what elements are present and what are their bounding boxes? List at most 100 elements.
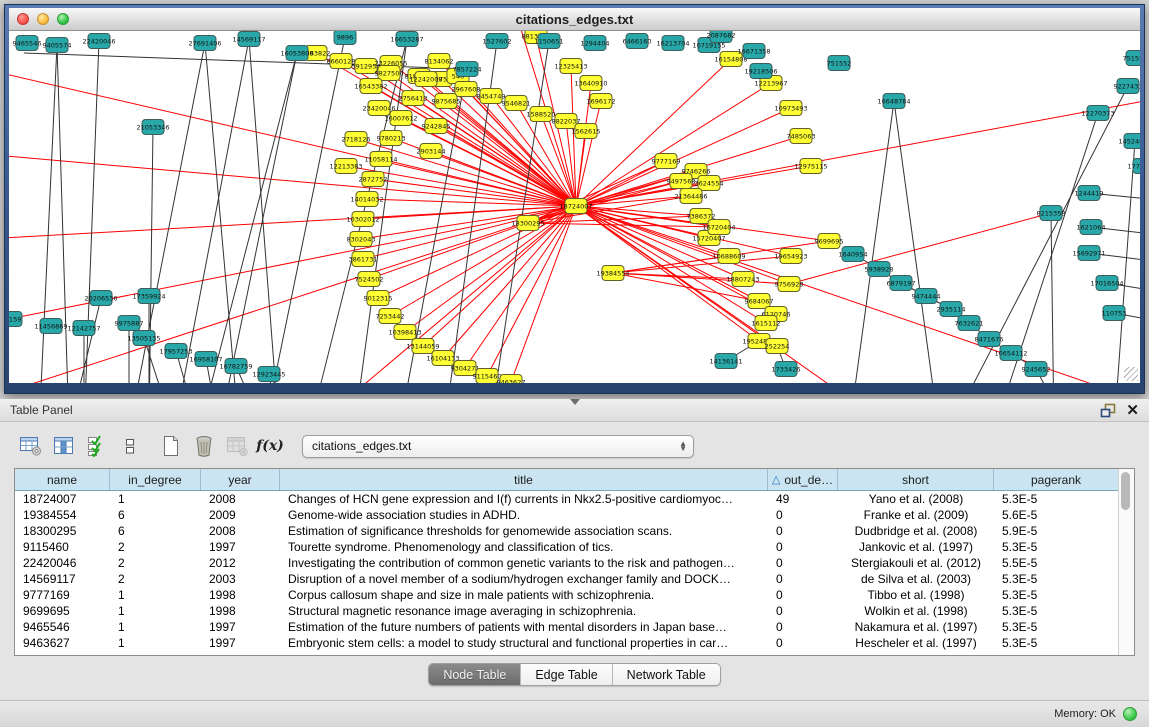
table-cell[interactable]: 49 [768,492,838,506]
table-cell[interactable]: 5.3E-5 [994,636,1118,650]
column-header-year[interactable]: year [201,469,280,490]
table-row[interactable]: 1830029562008Estimation of significance … [15,523,1118,539]
float-panel-icon[interactable] [1100,403,1116,418]
network-window-titlebar[interactable]: citations_edges.txt [9,8,1140,31]
table-cell[interactable]: 2003 [201,572,280,586]
table-cell[interactable]: 1 [110,588,201,602]
table-cell[interactable]: Changes of HCN gene expression and I(f) … [280,492,768,506]
table-cell[interactable]: 2008 [201,524,280,538]
table-cell[interactable]: 18724007 [15,492,110,506]
table-scrollbar-thumb[interactable] [1121,472,1130,510]
tab-node-table[interactable]: Node Table [429,664,521,685]
table-cell[interactable]: 5.5E-5 [994,556,1118,570]
table-cell[interactable]: Wolkin et al. (1998) [838,604,994,618]
table-cell[interactable]: 2009 [201,508,280,522]
table-cell[interactable]: 19384554 [15,508,110,522]
table-cell[interactable]: Tourette syndrome. Phenomenology and cla… [280,540,768,554]
table-row[interactable]: 969969511998Structural magnetic resonanc… [15,603,1118,619]
table-cell[interactable]: Corpus callosum shape and size in male p… [280,588,768,602]
table-cell[interactable]: 5.3E-5 [994,572,1118,586]
minimize-window-icon[interactable] [37,13,49,25]
table-selector-dropdown[interactable]: citations_edges.txt ▲▼ [302,435,694,458]
table-cell[interactable]: 2 [110,540,201,554]
table-cell[interactable]: 6 [110,524,201,538]
table-header-row[interactable]: namein_degreeyeartitle△out_de…shortpager… [15,469,1118,491]
column-header-pagerank[interactable]: pagerank [994,469,1118,490]
table-cell[interactable]: Yano et al. (2008) [838,492,994,506]
select-rows-button[interactable] [82,432,112,460]
table-row[interactable]: 1938455462009Genome-wide association stu… [15,507,1118,523]
table-cell[interactable]: 5.6E-5 [994,508,1118,522]
import-table-button[interactable] [222,432,252,460]
table-cell[interactable]: Embryonic stem cells: a model to study s… [280,636,768,650]
table-cell[interactable]: 0 [768,540,838,554]
table-row[interactable]: 946554611997Estimation of the future num… [15,619,1118,635]
column-header-short[interactable]: short [838,469,994,490]
table-settings-button[interactable] [16,432,46,460]
table-cell[interactable]: Stergiakouli et al. (2012) [838,556,994,570]
column-header-in_degree[interactable]: in_degree [110,469,201,490]
table-cell[interactable]: 1 [110,604,201,618]
table-cell[interactable]: 0 [768,588,838,602]
table-cell[interactable]: Tibbo et al. (1998) [838,588,994,602]
table-cell[interactable]: Franke et al. (2009) [838,508,994,522]
table-cell[interactable]: 5.3E-5 [994,492,1118,506]
table-cell[interactable]: Nakamura et al. (1997) [838,620,994,634]
close-panel-icon[interactable]: ✕ [1126,403,1139,418]
network-canvas[interactable]: 1872400716154808122139671097349374850631… [9,31,1140,383]
table-row[interactable]: 977716911998Corpus callosum shape and si… [15,587,1118,603]
network-window[interactable]: citations_edges.txt 18724007161548081221… [4,4,1145,394]
table-cell[interactable]: 9777169 [15,588,110,602]
table-cell[interactable]: 9463627 [15,636,110,650]
table-cell[interactable]: 9699695 [15,604,110,618]
table-cell[interactable]: 9465546 [15,620,110,634]
table-cell[interactable]: 2 [110,572,201,586]
table-cell[interactable]: 1 [110,620,201,634]
column-header-out_de[interactable]: △out_de… [768,469,838,490]
table-cell[interactable]: 5.9E-5 [994,524,1118,538]
table-cell[interactable]: Disruption of a novel member of a sodium… [280,572,768,586]
table-cell[interactable]: Jankovic et al. (1997) [838,540,994,554]
table-cell[interactable]: Dudbridge et al. (2008) [838,524,994,538]
table-cell[interactable]: Estimation of significance thresholds fo… [280,524,768,538]
table-cell[interactable]: 1997 [201,636,280,650]
tab-network-table[interactable]: Network Table [613,664,720,685]
maximize-window-icon[interactable] [57,13,69,25]
table-cell[interactable]: Structural magnetic resonance image aver… [280,604,768,618]
table-cell[interactable]: 18300295 [15,524,110,538]
table-cell[interactable]: 5.3E-5 [994,588,1118,602]
table-cell[interactable]: 1998 [201,604,280,618]
table-cell[interactable]: Estimation of the future numbers of pati… [280,620,768,634]
table-cell[interactable]: 5.3E-5 [994,620,1118,634]
table-body[interactable]: 1872400712008Changes of HCN gene express… [15,491,1118,651]
panel-resize-handle-icon[interactable] [570,399,580,405]
merge-tables-button[interactable] [115,432,145,460]
table-cell[interactable]: Hescheler et al. (1997) [838,636,994,650]
table-cell[interactable]: 2012 [201,556,280,570]
show-columns-button[interactable] [49,432,79,460]
table-cell[interactable]: 1998 [201,588,280,602]
table-cell[interactable]: 2 [110,556,201,570]
tab-edge-table[interactable]: Edge Table [521,664,612,685]
table-scrollbar[interactable] [1118,469,1134,655]
table-cell[interactable]: 1997 [201,540,280,554]
delete-table-button[interactable] [189,432,219,460]
table-row[interactable]: 1872400712008Changes of HCN gene express… [15,491,1118,507]
window-resize-grip[interactable] [1124,367,1138,381]
function-builder-button[interactable]: f(x) [255,432,285,460]
table-cell[interactable]: 0 [768,620,838,634]
table-cell[interactable]: 1 [110,636,201,650]
table-row[interactable]: 2242004622012Investigating the contribut… [15,555,1118,571]
table-cell[interactable]: 0 [768,604,838,618]
table-cell[interactable]: 0 [768,524,838,538]
close-window-icon[interactable] [17,13,29,25]
table-cell[interactable]: 0 [768,572,838,586]
table-cell[interactable]: 2008 [201,492,280,506]
table-cell[interactable]: 1 [110,492,201,506]
table-cell[interactable]: 1997 [201,620,280,634]
table-row[interactable]: 1456911722003Disruption of a novel membe… [15,571,1118,587]
column-header-name[interactable]: name [15,469,110,490]
new-table-button[interactable] [156,432,186,460]
table-cell[interactable]: Investigating the contribution of common… [280,556,768,570]
table-cell[interactable]: Genome-wide association studies in ADHD. [280,508,768,522]
